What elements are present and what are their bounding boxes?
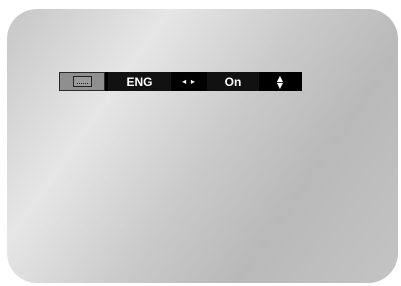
left-right-arrows-icon: ◂ ▸ <box>171 72 207 91</box>
subtitle-state[interactable]: On <box>207 72 259 91</box>
subtitle-language[interactable]: ENG <box>108 72 171 91</box>
subtitle-box-icon <box>72 76 92 87</box>
tv-screen: ENG ◂ ▸ On ▲ ▼ <box>7 9 398 283</box>
left-right-hint: ◂ ▸ <box>182 77 196 86</box>
down-arrow-icon: ▼ <box>276 80 285 90</box>
subtitle-line-icon <box>76 83 88 84</box>
subtitle-icon <box>59 72 105 91</box>
subtitle-osd-bar: ENG ◂ ▸ On ▲ ▼ <box>59 72 305 91</box>
up-down-arrows-icon: ▲ ▼ <box>259 72 302 91</box>
